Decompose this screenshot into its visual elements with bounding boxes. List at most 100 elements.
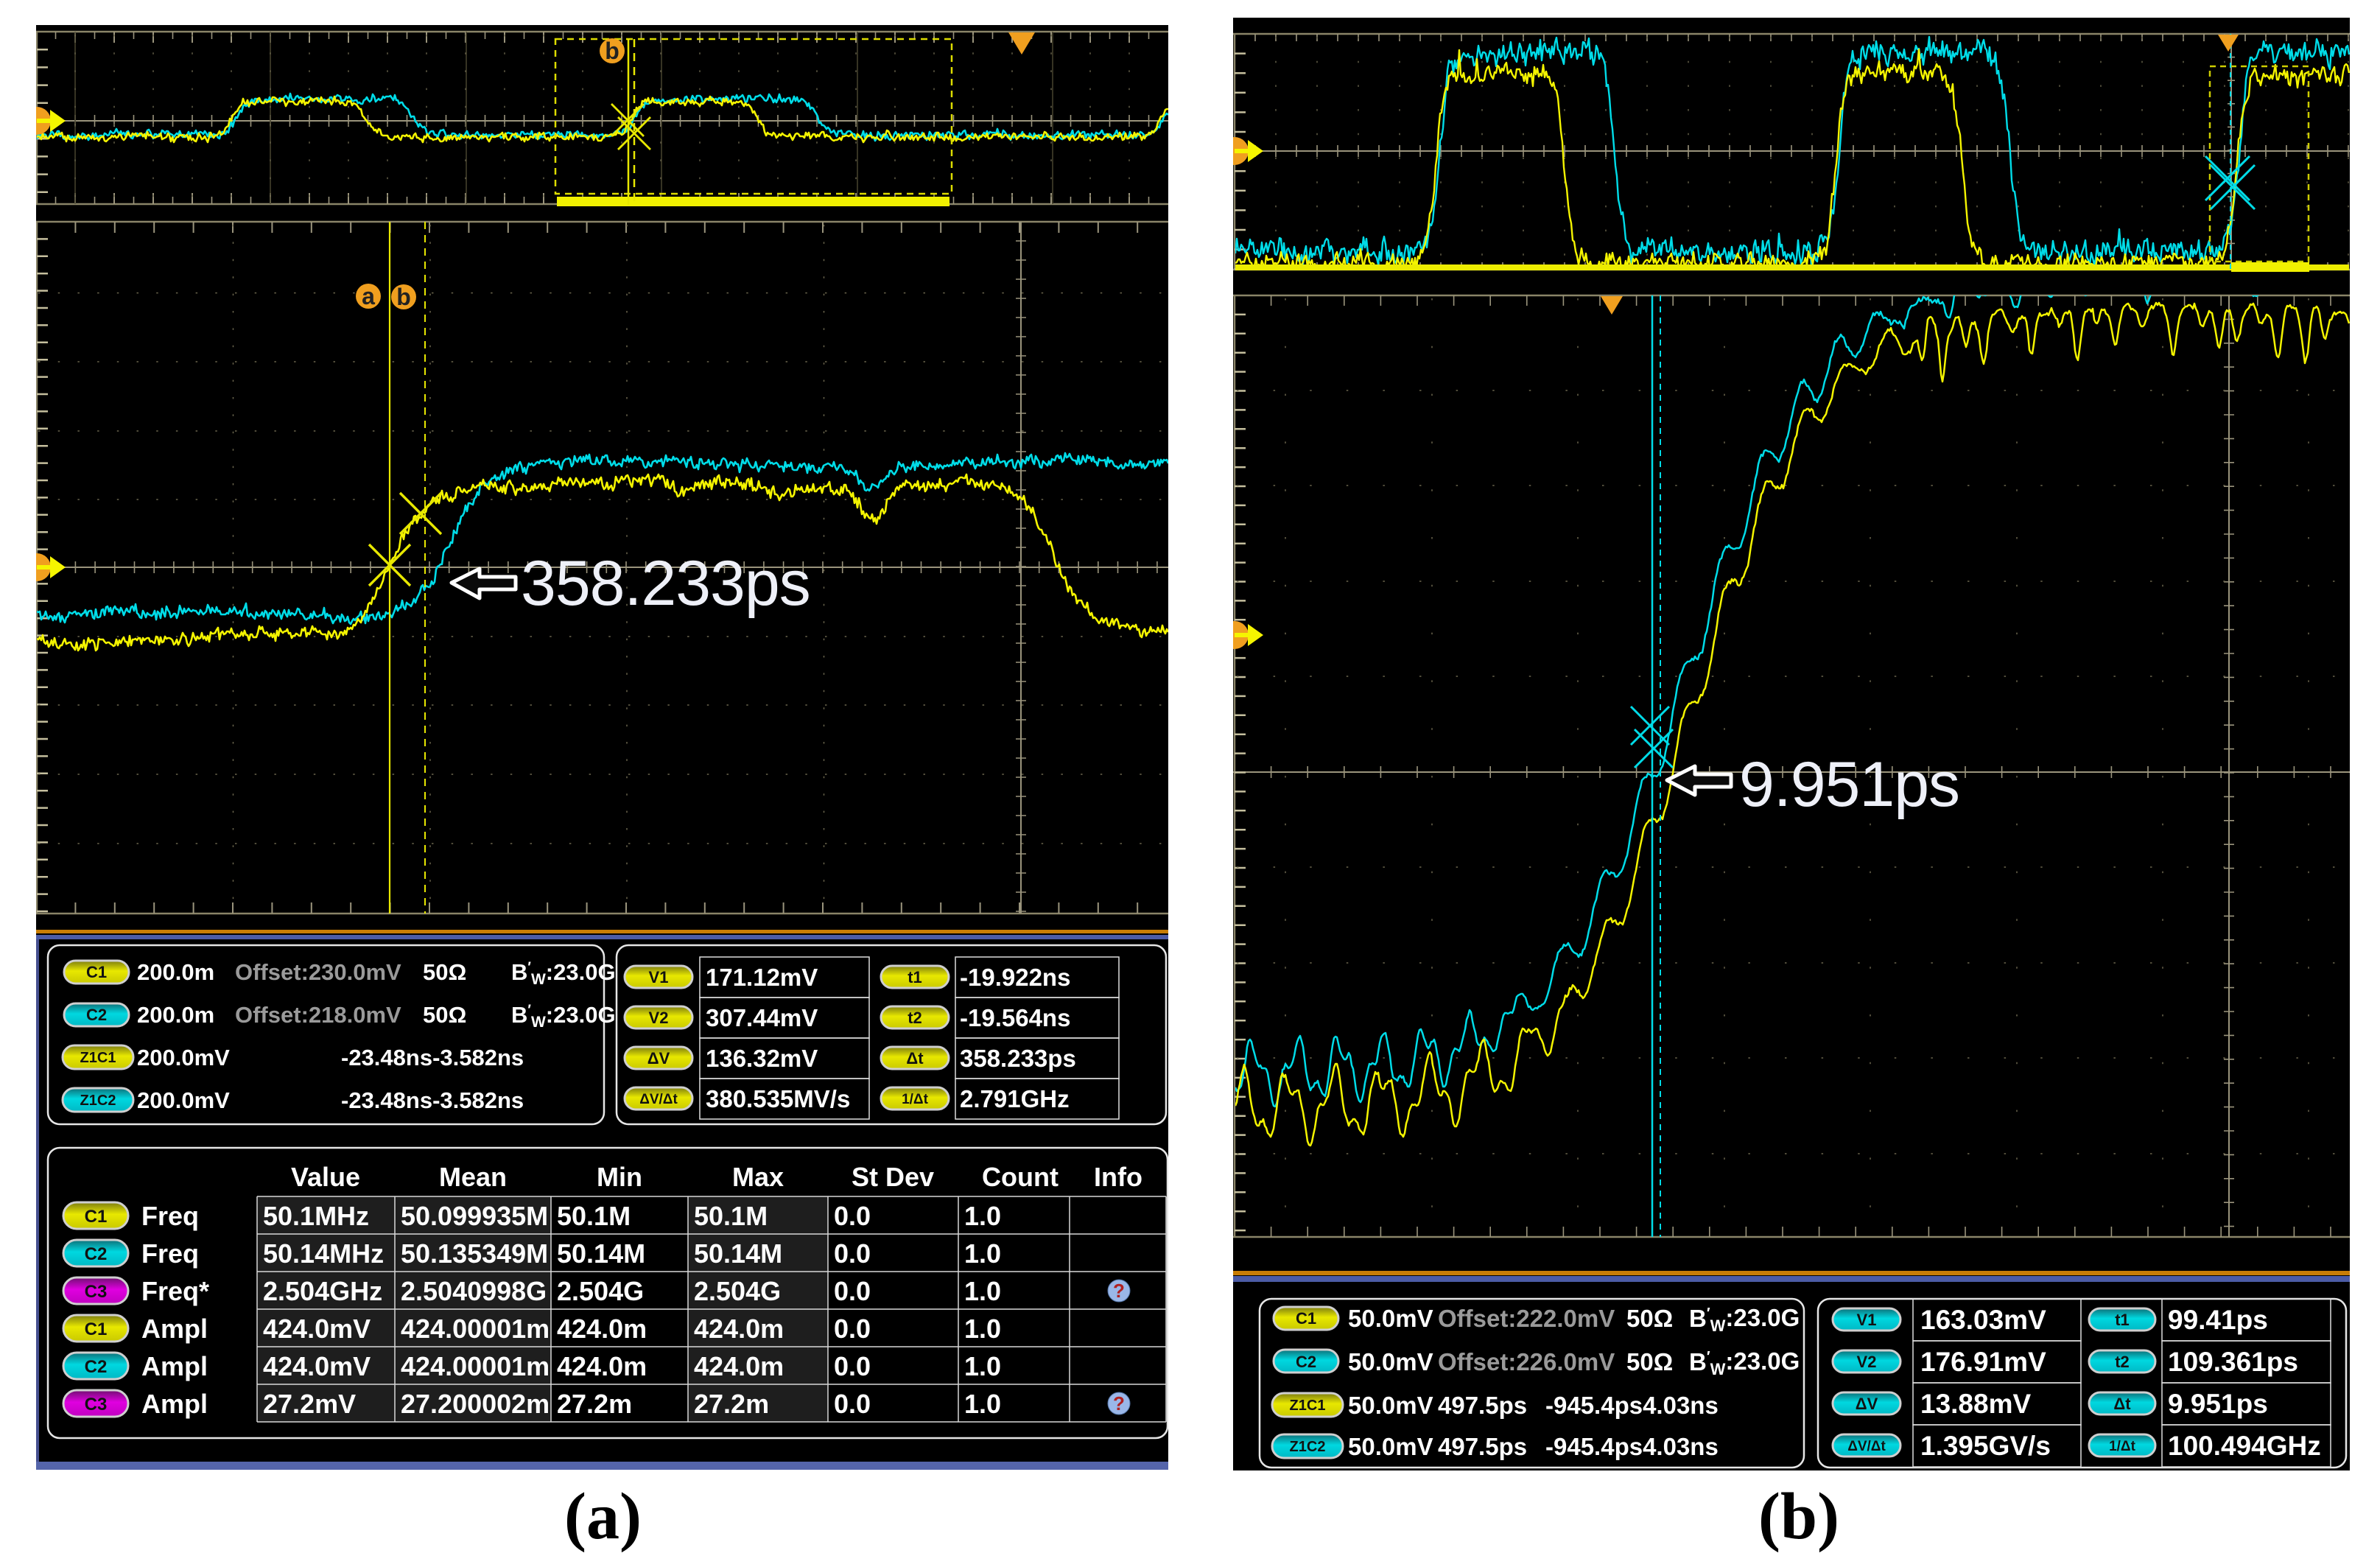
svg-text:Value: Value	[291, 1162, 360, 1192]
svg-text:Freq*: Freq*	[141, 1276, 209, 1306]
svg-text:ΔV: ΔV	[1856, 1395, 1878, 1413]
svg-text:424.00001m: 424.00001m	[401, 1351, 550, 1381]
svg-text:200.0m: 200.0m	[137, 1002, 214, 1028]
svg-text:t2: t2	[908, 1009, 922, 1027]
svg-text:?: ?	[1113, 1280, 1125, 1302]
svg-text:V2: V2	[649, 1009, 669, 1027]
svg-text:50.099935M: 50.099935M	[401, 1201, 548, 1231]
svg-text:ΔV/Δt: ΔV/Δt	[1847, 1439, 1886, 1454]
svg-text:0.0: 0.0	[834, 1314, 871, 1344]
svg-text:B′W:23.0G: B′W:23.0G	[1689, 1304, 1800, 1335]
svg-text:Offset:218.0mV: Offset:218.0mV	[235, 1002, 401, 1028]
svg-text:Z1C2: Z1C2	[80, 1093, 116, 1109]
svg-text:50.1M: 50.1M	[694, 1201, 768, 1231]
svg-text:171.12mV: 171.12mV	[706, 964, 818, 991]
svg-text:136.32mV: 136.32mV	[706, 1045, 818, 1072]
svg-text:Count: Count	[982, 1162, 1059, 1192]
svg-text:Max: Max	[732, 1162, 784, 1192]
svg-text:27.2m: 27.2m	[694, 1389, 769, 1419]
svg-text:Δt: Δt	[2113, 1395, 2131, 1413]
svg-text:Freq: Freq	[141, 1238, 199, 1269]
svg-text:50Ω: 50Ω	[423, 959, 466, 985]
svg-text:-23.48ns-3.582ns: -23.48ns-3.582ns	[341, 1087, 524, 1113]
svg-text:-19.564ns: -19.564ns	[960, 1004, 1070, 1031]
svg-text:C2: C2	[86, 1006, 107, 1024]
svg-text:2.504G: 2.504G	[694, 1276, 781, 1306]
svg-text:0.0: 0.0	[834, 1351, 871, 1381]
svg-text:50.0mV: 50.0mV	[1348, 1305, 1433, 1332]
svg-text:358.233ps: 358.233ps	[960, 1045, 1076, 1072]
svg-text:424.0m: 424.0m	[557, 1351, 647, 1381]
svg-text:a: a	[362, 283, 375, 309]
svg-text:1.395GV/s: 1.395GV/s	[1920, 1431, 2051, 1461]
svg-text:-19.922ns: -19.922ns	[960, 964, 1070, 991]
svg-text:Offset:230.0mV: Offset:230.0mV	[235, 959, 401, 985]
svg-text:50.135349M: 50.135349M	[401, 1238, 548, 1269]
svg-text:424.0mV: 424.0mV	[263, 1351, 371, 1381]
svg-text:13.88mV: 13.88mV	[1920, 1389, 2031, 1419]
svg-text:9.951ps: 9.951ps	[1739, 749, 1959, 820]
svg-text:50.14M: 50.14M	[694, 1238, 782, 1269]
svg-text:C2: C2	[85, 1357, 108, 1377]
svg-text:B′W:23.0G: B′W:23.0G	[511, 959, 616, 988]
svg-text:176.91mV: 176.91mV	[1920, 1347, 2046, 1377]
svg-text:1.0: 1.0	[964, 1351, 1001, 1381]
svg-text:C1: C1	[85, 1207, 108, 1227]
svg-text:1/Δt: 1/Δt	[2109, 1439, 2136, 1454]
svg-text:50Ω: 50Ω	[423, 1002, 466, 1028]
svg-text:Ampl: Ampl	[141, 1314, 208, 1344]
svg-text:ΔV: ΔV	[647, 1049, 670, 1068]
svg-text:50.0mV: 50.0mV	[1348, 1348, 1433, 1375]
svg-text:C1: C1	[86, 963, 107, 981]
svg-text:2.504GHz: 2.504GHz	[263, 1276, 382, 1306]
svg-text:V1: V1	[1857, 1311, 1877, 1329]
svg-text:1/Δt: 1/Δt	[902, 1092, 929, 1107]
svg-text:307.44mV: 307.44mV	[706, 1004, 818, 1031]
svg-text:50.14MHz: 50.14MHz	[263, 1238, 384, 1269]
svg-text:424.0mV: 424.0mV	[263, 1314, 371, 1344]
svg-text:Z1C1: Z1C1	[1290, 1398, 1326, 1414]
svg-text:50.1M: 50.1M	[557, 1201, 631, 1231]
svg-text:t1: t1	[908, 968, 922, 986]
svg-text:Ampl: Ampl	[141, 1351, 208, 1381]
svg-text:0.0: 0.0	[834, 1389, 871, 1419]
svg-text:-945.4ps4.03ns: -945.4ps4.03ns	[1545, 1392, 1719, 1419]
svg-text:358.233ps: 358.233ps	[521, 548, 810, 619]
svg-text:50.0mV: 50.0mV	[1348, 1392, 1433, 1419]
svg-text:Freq: Freq	[141, 1201, 199, 1231]
svg-text:424.0m: 424.0m	[694, 1314, 784, 1344]
svg-text:1.0: 1.0	[964, 1238, 1001, 1269]
svg-text:t2: t2	[2115, 1353, 2130, 1371]
svg-text:Min: Min	[597, 1162, 642, 1192]
svg-text:Offset:222.0mV: Offset:222.0mV	[1438, 1305, 1615, 1332]
svg-text:163.03mV: 163.03mV	[1920, 1305, 2046, 1335]
svg-text:27.200002m: 27.200002m	[401, 1389, 550, 1419]
svg-text:V2: V2	[1857, 1353, 1877, 1371]
svg-text:1.0: 1.0	[964, 1314, 1001, 1344]
svg-text:Offset:226.0mV: Offset:226.0mV	[1438, 1348, 1615, 1375]
svg-text:C2: C2	[1296, 1353, 1316, 1371]
svg-text:1.0: 1.0	[964, 1276, 1001, 1306]
svg-text:200.0mV: 200.0mV	[137, 1087, 230, 1113]
svg-text:424.0m: 424.0m	[557, 1314, 647, 1344]
svg-text:497.5ps: 497.5ps	[1438, 1433, 1527, 1460]
svg-text:ΔV/Δt: ΔV/Δt	[639, 1092, 678, 1107]
svg-text:b: b	[605, 38, 619, 64]
svg-text:50Ω: 50Ω	[1626, 1305, 1673, 1332]
svg-text:V1: V1	[649, 968, 669, 986]
svg-text:C3: C3	[85, 1395, 108, 1414]
svg-text:1.0: 1.0	[964, 1389, 1001, 1419]
svg-text:200.0m: 200.0m	[137, 959, 214, 985]
svg-text:50Ω: 50Ω	[1626, 1348, 1673, 1375]
svg-text:C3: C3	[85, 1282, 108, 1302]
svg-text:50.14M: 50.14M	[557, 1238, 645, 1269]
svg-text:Z1C1: Z1C1	[80, 1050, 116, 1066]
svg-text:0.0: 0.0	[834, 1276, 871, 1306]
svg-text:0.0: 0.0	[834, 1238, 871, 1269]
svg-text:100.494GHz: 100.494GHz	[2168, 1431, 2321, 1461]
svg-text:Mean: Mean	[439, 1162, 507, 1192]
svg-text:2.504G: 2.504G	[557, 1276, 644, 1306]
svg-text:Z1C2: Z1C2	[1290, 1439, 1326, 1455]
svg-text:9.951ps: 9.951ps	[2168, 1389, 2268, 1419]
svg-text:-945.4ps4.03ns: -945.4ps4.03ns	[1545, 1433, 1719, 1460]
